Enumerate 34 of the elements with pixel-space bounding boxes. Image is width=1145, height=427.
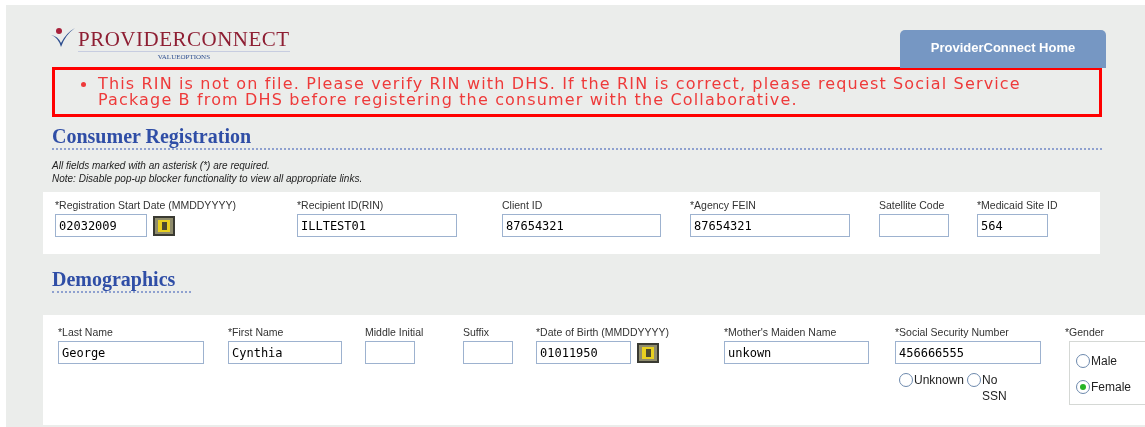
radio-label: No SSN xyxy=(982,372,1008,404)
field-label: *Registration Start Date (MMDDYYYY) xyxy=(55,198,236,212)
input-field[interactable]: 87654321 xyxy=(502,214,661,237)
input-field[interactable]: 564 xyxy=(977,214,1048,237)
field-label: *Social Security Number xyxy=(895,325,1009,339)
field-label: *First Name xyxy=(228,325,284,339)
input-field[interactable]: ILLTEST01 xyxy=(297,214,457,237)
field-label: Client ID xyxy=(502,198,543,212)
field-label: *Date of Birth (MMDDYYYY) xyxy=(536,325,670,339)
input-field[interactable]: 01011950 xyxy=(536,341,631,364)
input-field[interactable]: George xyxy=(58,341,204,364)
section-heading: Consumer Registration xyxy=(52,124,252,148)
section-heading: Demographics xyxy=(52,267,176,291)
note-text: Note: Disable pop-up blocker functionality to view all appropriate links. xyxy=(52,172,363,185)
field-label: *Medicaid Site ID xyxy=(977,198,1058,212)
radio-label: Female xyxy=(1091,379,1131,396)
field-label: *Agency FEIN xyxy=(690,198,756,212)
field-label: *Last Name xyxy=(58,325,113,339)
radio-label: Unknown xyxy=(914,372,965,388)
input-field[interactable]: 02032009 xyxy=(55,214,147,237)
field-label: *Recipient ID(RIN) xyxy=(297,198,384,212)
input-field[interactable]: unkown xyxy=(724,341,869,364)
field-label: Suffix xyxy=(463,325,490,339)
radio-label: Male xyxy=(1091,353,1117,370)
field-label: *Gender xyxy=(1065,325,1105,339)
field-label: *Mother's Maiden Name xyxy=(724,325,837,339)
input-field[interactable]: Cynthia xyxy=(228,341,342,364)
field-label: Satellite Code xyxy=(879,198,945,212)
input-field[interactable]: 456666555 xyxy=(895,341,1041,364)
input-field[interactable]: 87654321 xyxy=(690,214,850,237)
note-text: All fields marked with an asterisk (*) are required. xyxy=(52,159,270,172)
error-message: This RIN is not on file. Please verify RIN with DHS. If the RIN is correct, please request Social Service Package B from DHS before registering the consumer with the Collaborative. xyxy=(98,76,1022,108)
field-label: Middle Initial xyxy=(365,325,424,339)
logo-title: PROVIDERCONNECT xyxy=(78,27,290,52)
